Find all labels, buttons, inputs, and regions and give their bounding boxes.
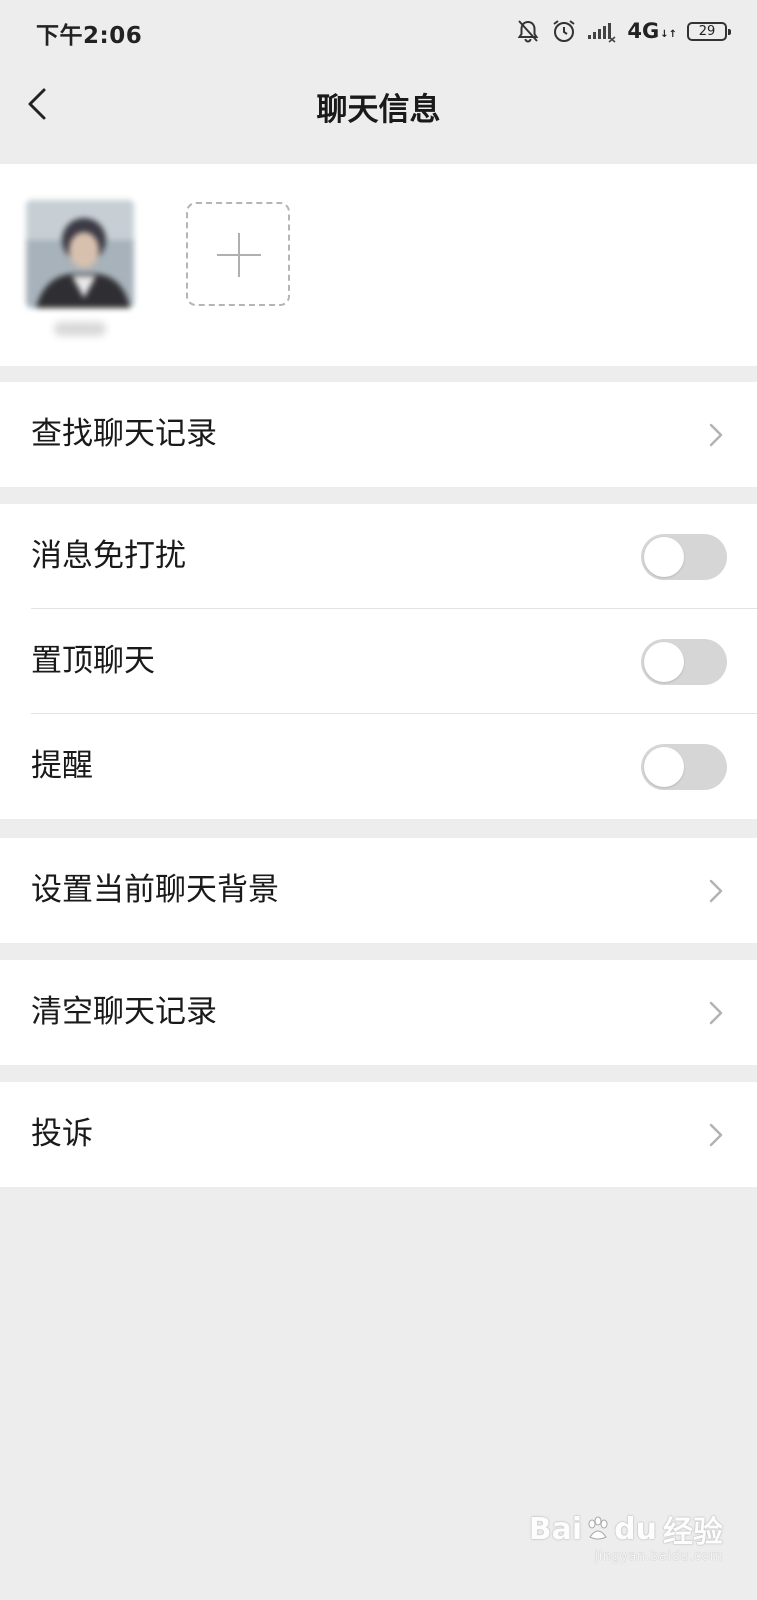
network-type: 4G [627,19,660,43]
members-section [0,164,757,366]
group-report: 投诉 [0,1082,757,1187]
toggle-knob [644,747,684,787]
chevron-right-icon [709,423,723,447]
toggle-knob [644,537,684,577]
add-member-button[interactable] [186,202,290,306]
avatar-name-blurred [54,322,106,336]
baidu-logo: Bai du 经验 [529,1507,723,1551]
group-search: 查找聊天记录 [0,382,757,487]
chevron-right-icon [709,1123,723,1147]
toggle-knob [644,642,684,682]
mute-toggle[interactable] [641,534,727,580]
row-label: 投诉 [31,1116,93,1152]
group-clear: 清空聊天记录 [0,960,757,1065]
row-chat-background[interactable]: 设置当前聊天背景 [0,838,757,943]
row-label: 消息免打扰 [31,538,186,574]
group-toggles: 消息免打扰 置顶聊天 提醒 [0,504,757,819]
reminder-toggle[interactable] [641,744,727,790]
battery-icon: 29 [687,21,731,41]
signal-icon [587,19,617,43]
watermark-url: jingyan.baidu.com [594,1549,723,1564]
row-search-history[interactable]: 查找聊天记录 [0,382,757,487]
status-time: 下午2:06 [36,23,143,49]
nav-bar: 聊天信息 [0,62,757,148]
row-pin-chat: 置顶聊天 [0,609,757,714]
network-label: 4G ↓↑ [627,19,677,43]
status-bar: 下午2:06 4G ↓↑ 29 [0,0,757,62]
pin-toggle[interactable] [641,639,727,685]
network-arrows-icon: ↓↑ [660,29,677,40]
chevron-right-icon [709,879,723,903]
paw-icon [588,1516,608,1540]
baidu-watermark: Bai du 经验 jingyan.baidu.com [529,1507,723,1565]
row-label: 设置当前聊天背景 [31,872,279,908]
avatar[interactable] [26,200,134,308]
row-label: 置顶聊天 [31,643,155,679]
row-reminder: 提醒 [0,714,757,819]
avatar-image [26,200,134,308]
row-report[interactable]: 投诉 [0,1082,757,1187]
row-clear-history[interactable]: 清空聊天记录 [0,960,757,1065]
alarm-icon [551,18,577,44]
page-title: 聊天信息 [316,92,441,128]
chevron-right-icon [709,1001,723,1025]
watermark-brand: Bai [528,1511,583,1547]
group-background: 设置当前聊天背景 [0,838,757,943]
watermark-brand-suffix: du [614,1511,657,1547]
status-icons: 4G ↓↑ 29 [515,16,731,46]
row-mute-notifications: 消息免打扰 [0,504,757,609]
row-label: 清空聊天记录 [31,994,217,1030]
bell-muted-icon [515,18,541,44]
battery-level: 29 [698,23,716,39]
watermark-product: 经验 [663,1515,723,1550]
row-label: 提醒 [31,748,93,784]
row-label: 查找聊天记录 [31,416,217,452]
